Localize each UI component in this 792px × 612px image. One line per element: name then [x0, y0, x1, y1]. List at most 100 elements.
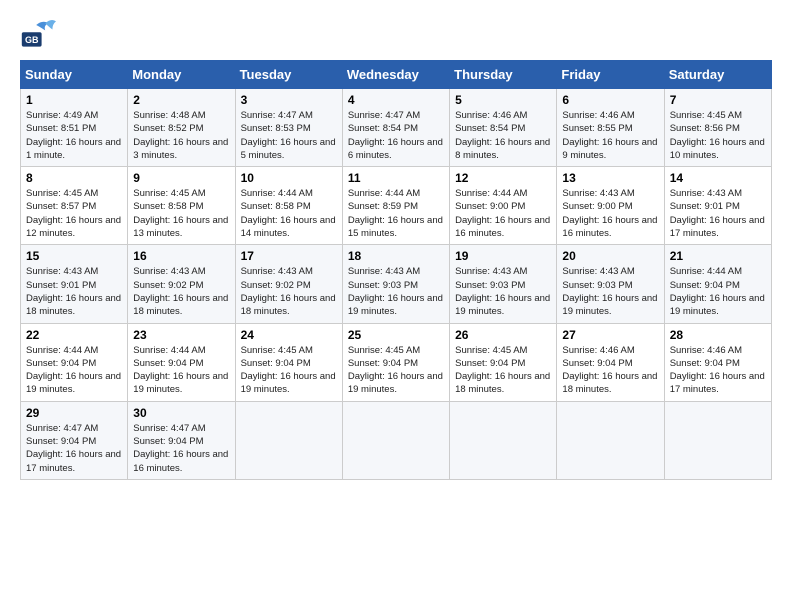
- day-number: 24: [241, 328, 337, 342]
- sunset-text: Sunset: 9:04 PM: [133, 358, 203, 369]
- calendar-table: SundayMondayTuesdayWednesdayThursdayFrid…: [20, 60, 772, 480]
- calendar-body: 1Sunrise: 4:49 AMSunset: 8:51 PMDaylight…: [21, 89, 772, 480]
- daylight-text: Daylight: 16 hours and 10 minutes.: [670, 137, 765, 161]
- day-info: Sunrise: 4:49 AMSunset: 8:51 PMDaylight:…: [26, 109, 122, 162]
- day-number: 23: [133, 328, 229, 342]
- daylight-text: Daylight: 16 hours and 18 minutes.: [26, 293, 121, 317]
- sunset-text: Sunset: 9:03 PM: [348, 280, 418, 291]
- day-info: Sunrise: 4:46 AM Sunset: 9:04 PM Daylight:…: [670, 344, 766, 397]
- header-day-tuesday: Tuesday: [235, 61, 342, 89]
- daylight-text: Daylight: 16 hours and 15 minutes.: [348, 215, 443, 239]
- sunset-text: Sunset: 9:03 PM: [562, 280, 632, 291]
- sunset-text: Sunset: 8:51 PM: [26, 123, 96, 134]
- calendar-cell: 14Sunrise: 4:43 AMSunset: 9:01 PMDayligh…: [664, 167, 771, 245]
- calendar-cell: 24Sunrise: 4:45 AMSunset: 9:04 PMDayligh…: [235, 323, 342, 401]
- daylight-text: Daylight: 16 hours and 16 minutes.: [455, 215, 550, 239]
- sunrise-text: Sunrise: 4:46 AM: [562, 345, 634, 356]
- calendar-cell: [450, 401, 557, 479]
- day-number: 11: [348, 171, 444, 185]
- day-number: 19: [455, 249, 551, 263]
- calendar-cell: 13Sunrise: 4:43 AMSunset: 9:00 PMDayligh…: [557, 167, 664, 245]
- sunset-text: Sunset: 9:01 PM: [670, 201, 740, 212]
- sunset-text: Sunset: 8:58 PM: [133, 201, 203, 212]
- sunrise-text: Sunrise: 4:45 AM: [455, 345, 527, 356]
- calendar-cell: 30Sunrise: 4:47 AMSunset: 9:04 PMDayligh…: [128, 401, 235, 479]
- sunrise-text: Sunrise: 4:45 AM: [133, 188, 205, 199]
- logo-icon: GB: [20, 16, 56, 52]
- sunset-text: Sunset: 9:02 PM: [241, 280, 311, 291]
- day-number: 15: [26, 249, 122, 263]
- sunrise-text: Sunrise: 4:44 AM: [133, 345, 205, 356]
- day-number: 18: [348, 249, 444, 263]
- day-info: Sunrise: 4:43 AMSunset: 9:01 PMDaylight:…: [26, 265, 122, 318]
- daylight-text: Daylight: 16 hours and 19 minutes.: [455, 293, 550, 317]
- sunset-text: Sunset: 9:04 PM: [562, 358, 632, 369]
- day-info: Sunrise: 4:44 AMSunset: 9:00 PMDaylight:…: [455, 187, 551, 240]
- day-number: 29: [26, 406, 122, 420]
- day-number: 5: [455, 93, 551, 107]
- daylight-text: Daylight: 16 hours and 19 minutes.: [562, 293, 657, 317]
- sunrise-text: Sunrise: 4:43 AM: [562, 188, 634, 199]
- day-info: Sunrise: 4:45 AMSunset: 9:04 PMDaylight:…: [348, 344, 444, 397]
- sunrise-text: Sunrise: 4:44 AM: [241, 188, 313, 199]
- daylight-text: Daylight: 16 hours and 12 minutes.: [26, 215, 121, 239]
- sunrise-text: Sunrise: 4:45 AM: [670, 110, 742, 121]
- day-number: 22: [26, 328, 122, 342]
- sunset-text: Sunset: 9:01 PM: [26, 280, 96, 291]
- day-info: Sunrise: 4:44 AMSunset: 9:04 PMDaylight:…: [670, 265, 766, 318]
- daylight-text: Daylight: 16 hours and 14 minutes.: [241, 215, 336, 239]
- day-number: 6: [562, 93, 658, 107]
- sunset-text: Sunset: 8:57 PM: [26, 201, 96, 212]
- day-number: 21: [670, 249, 766, 263]
- calendar-cell: 25Sunrise: 4:45 AMSunset: 9:04 PMDayligh…: [342, 323, 449, 401]
- daylight-text: Daylight: 16 hours and 18 minutes.: [241, 293, 336, 317]
- header-day-sunday: Sunday: [21, 61, 128, 89]
- daylight-text: Daylight: 16 hours and 5 minutes.: [241, 137, 336, 161]
- daylight-text: Daylight: 16 hours and 19 minutes.: [670, 293, 765, 317]
- header-row: SundayMondayTuesdayWednesdayThursdayFrid…: [21, 61, 772, 89]
- daylight-text: Daylight: 16 hours and 17 minutes.: [670, 371, 765, 395]
- sunrise-text: Sunrise: 4:48 AM: [133, 110, 205, 121]
- day-number: 13: [562, 171, 658, 185]
- day-number: 12: [455, 171, 551, 185]
- calendar-cell: 18Sunrise: 4:43 AMSunset: 9:03 PMDayligh…: [342, 245, 449, 323]
- daylight-text: Daylight: 16 hours and 1 minute.: [26, 137, 121, 161]
- day-info: Sunrise: 4:47 AMSunset: 8:53 PMDaylight:…: [241, 109, 337, 162]
- daylight-text: Daylight: 16 hours and 16 minutes.: [133, 449, 228, 473]
- day-info: Sunrise: 4:43 AMSunset: 9:03 PMDaylight:…: [562, 265, 658, 318]
- calendar-cell: 16Sunrise: 4:43 AMSunset: 9:02 PMDayligh…: [128, 245, 235, 323]
- day-info: Sunrise: 4:44 AMSunset: 9:04 PMDaylight:…: [133, 344, 229, 397]
- sunset-text: Sunset: 9:04 PM: [26, 358, 96, 369]
- calendar-cell: 29Sunrise: 4:47 AMSunset: 9:04 PMDayligh…: [21, 401, 128, 479]
- svg-text:GB: GB: [25, 35, 39, 45]
- sunrise-text: Sunrise: 4:44 AM: [26, 345, 98, 356]
- sunset-text: Sunset: 9:02 PM: [133, 280, 203, 291]
- calendar-cell: 9Sunrise: 4:45 AMSunset: 8:58 PMDaylight…: [128, 167, 235, 245]
- calendar-cell: 10Sunrise: 4:44 AMSunset: 8:58 PMDayligh…: [235, 167, 342, 245]
- calendar-cell: 1Sunrise: 4:49 AMSunset: 8:51 PMDaylight…: [21, 89, 128, 167]
- page: GB SundayMondayTuesdayWednesdayThursdayF…: [0, 0, 792, 612]
- sunrise-text: Sunrise: 4:43 AM: [670, 188, 742, 199]
- sunset-text: Sunset: 9:04 PM: [241, 358, 311, 369]
- sunset-text: Sunset: 9:00 PM: [455, 201, 525, 212]
- sunrise-text: Sunrise: 4:43 AM: [241, 266, 313, 277]
- day-info: Sunrise: 4:47 AMSunset: 8:54 PMDaylight:…: [348, 109, 444, 162]
- sunset-text: Sunset: 9:04 PM: [670, 358, 740, 369]
- sunset-text: Sunset: 8:54 PM: [348, 123, 418, 134]
- calendar-cell: 8Sunrise: 4:45 AMSunset: 8:57 PMDaylight…: [21, 167, 128, 245]
- sunrise-text: Sunrise: 4:46 AM: [670, 345, 742, 356]
- daylight-text: Daylight: 16 hours and 9 minutes.: [562, 137, 657, 161]
- sunset-text: Sunset: 9:04 PM: [26, 436, 96, 447]
- day-number: 20: [562, 249, 658, 263]
- logo: GB: [20, 16, 60, 52]
- day-info: Sunrise: 4:43 AMSunset: 9:02 PMDaylight:…: [133, 265, 229, 318]
- day-info: Sunrise: 4:46 AMSunset: 8:55 PMDaylight:…: [562, 109, 658, 162]
- day-info: Sunrise: 4:46 AMSunset: 8:54 PMDaylight:…: [455, 109, 551, 162]
- daylight-text: Daylight: 16 hours and 18 minutes.: [562, 371, 657, 395]
- sunrise-text: Sunrise: 4:47 AM: [26, 423, 98, 434]
- calendar-cell: 2Sunrise: 4:48 AMSunset: 8:52 PMDaylight…: [128, 89, 235, 167]
- sunset-text: Sunset: 8:59 PM: [348, 201, 418, 212]
- sunset-text: Sunset: 9:04 PM: [348, 358, 418, 369]
- calendar-cell: 19Sunrise: 4:43 AMSunset: 9:03 PMDayligh…: [450, 245, 557, 323]
- header-day-wednesday: Wednesday: [342, 61, 449, 89]
